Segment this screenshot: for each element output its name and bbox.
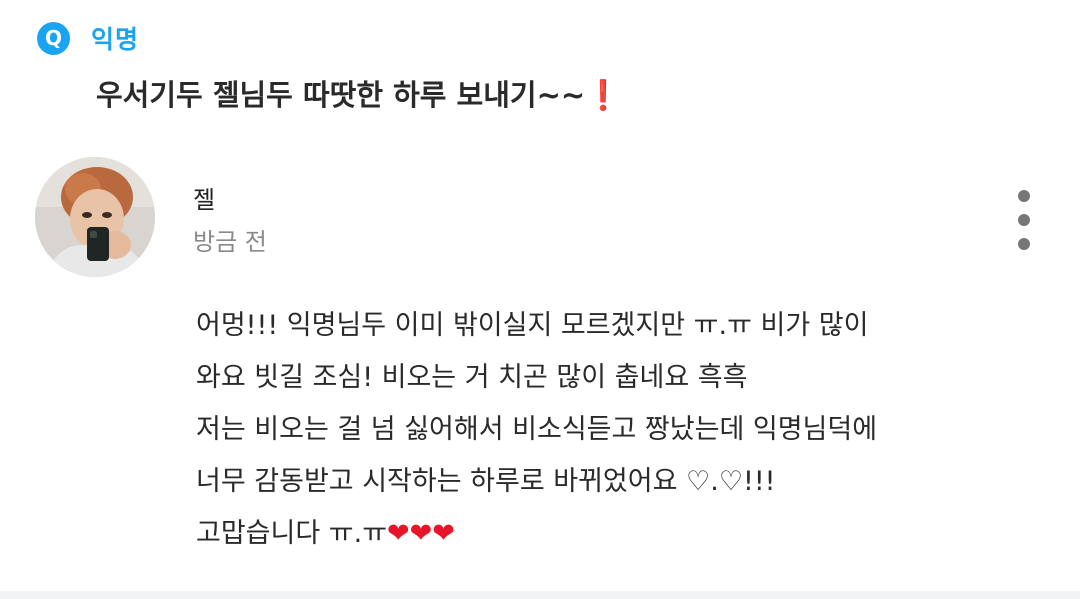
qa-page: Q 익명 우서기두 젤님두 따땃한 하루 보내기~~❗ 젤 방금 전 어멍!!!… <box>0 0 1080 599</box>
more-dot <box>1018 190 1030 202</box>
question-author: 익명 <box>91 25 140 54</box>
question-text: 우서기두 젤님두 따땃한 하루 보내기~~ <box>96 78 586 112</box>
question-badge-icon: Q <box>37 21 70 55</box>
answer-timestamp: 방금 전 <box>193 228 267 256</box>
more-dot <box>1018 214 1030 226</box>
question-text-row: 우서기두 젤님두 따땃한 하루 보내기~~❗ <box>96 72 621 114</box>
answer-line: 저는 비오는 걸 넘 싫어해서 비소식듣고 짱났는데 익명님덕에 <box>196 414 878 445</box>
answer-line: 너무 감동받고 시작하는 하루로 바뀌었어요 ♡.♡!!! <box>196 466 776 497</box>
answer-line: 와요 빗길 조심! 비오는 거 치곤 많이 춥네요 흑흑 <box>196 362 748 393</box>
question-badge-letter: Q <box>44 26 62 50</box>
answer-body: 어멍!!! 익명님두 이미 밖이실지 모르겠지만 ㅠ.ㅠ 비가 많이 와요 빗길… <box>196 300 1056 560</box>
answer-line: 어멍!!! 익명님두 이미 밖이실지 모르겠지만 ㅠ.ㅠ 비가 많이 <box>196 310 869 341</box>
answer-line-text: 고맙습니다 ㅠ.ㅠ <box>196 518 388 549</box>
avatar[interactable] <box>35 157 155 277</box>
section-divider <box>0 591 1080 599</box>
question-header: Q 익명 <box>37 21 139 55</box>
exclamation-emoji-icon: ❗ <box>585 78 622 112</box>
more-options-icon[interactable] <box>1011 190 1037 250</box>
more-dot <box>1018 238 1030 250</box>
answer-line-last: 고맙습니다 ㅠ.ㅠ❤❤❤ <box>196 508 1056 560</box>
answer-author-name: 젤 <box>193 186 216 214</box>
heart-emoji-icon: ❤❤❤ <box>387 518 455 549</box>
avatar-photo <box>35 157 155 277</box>
